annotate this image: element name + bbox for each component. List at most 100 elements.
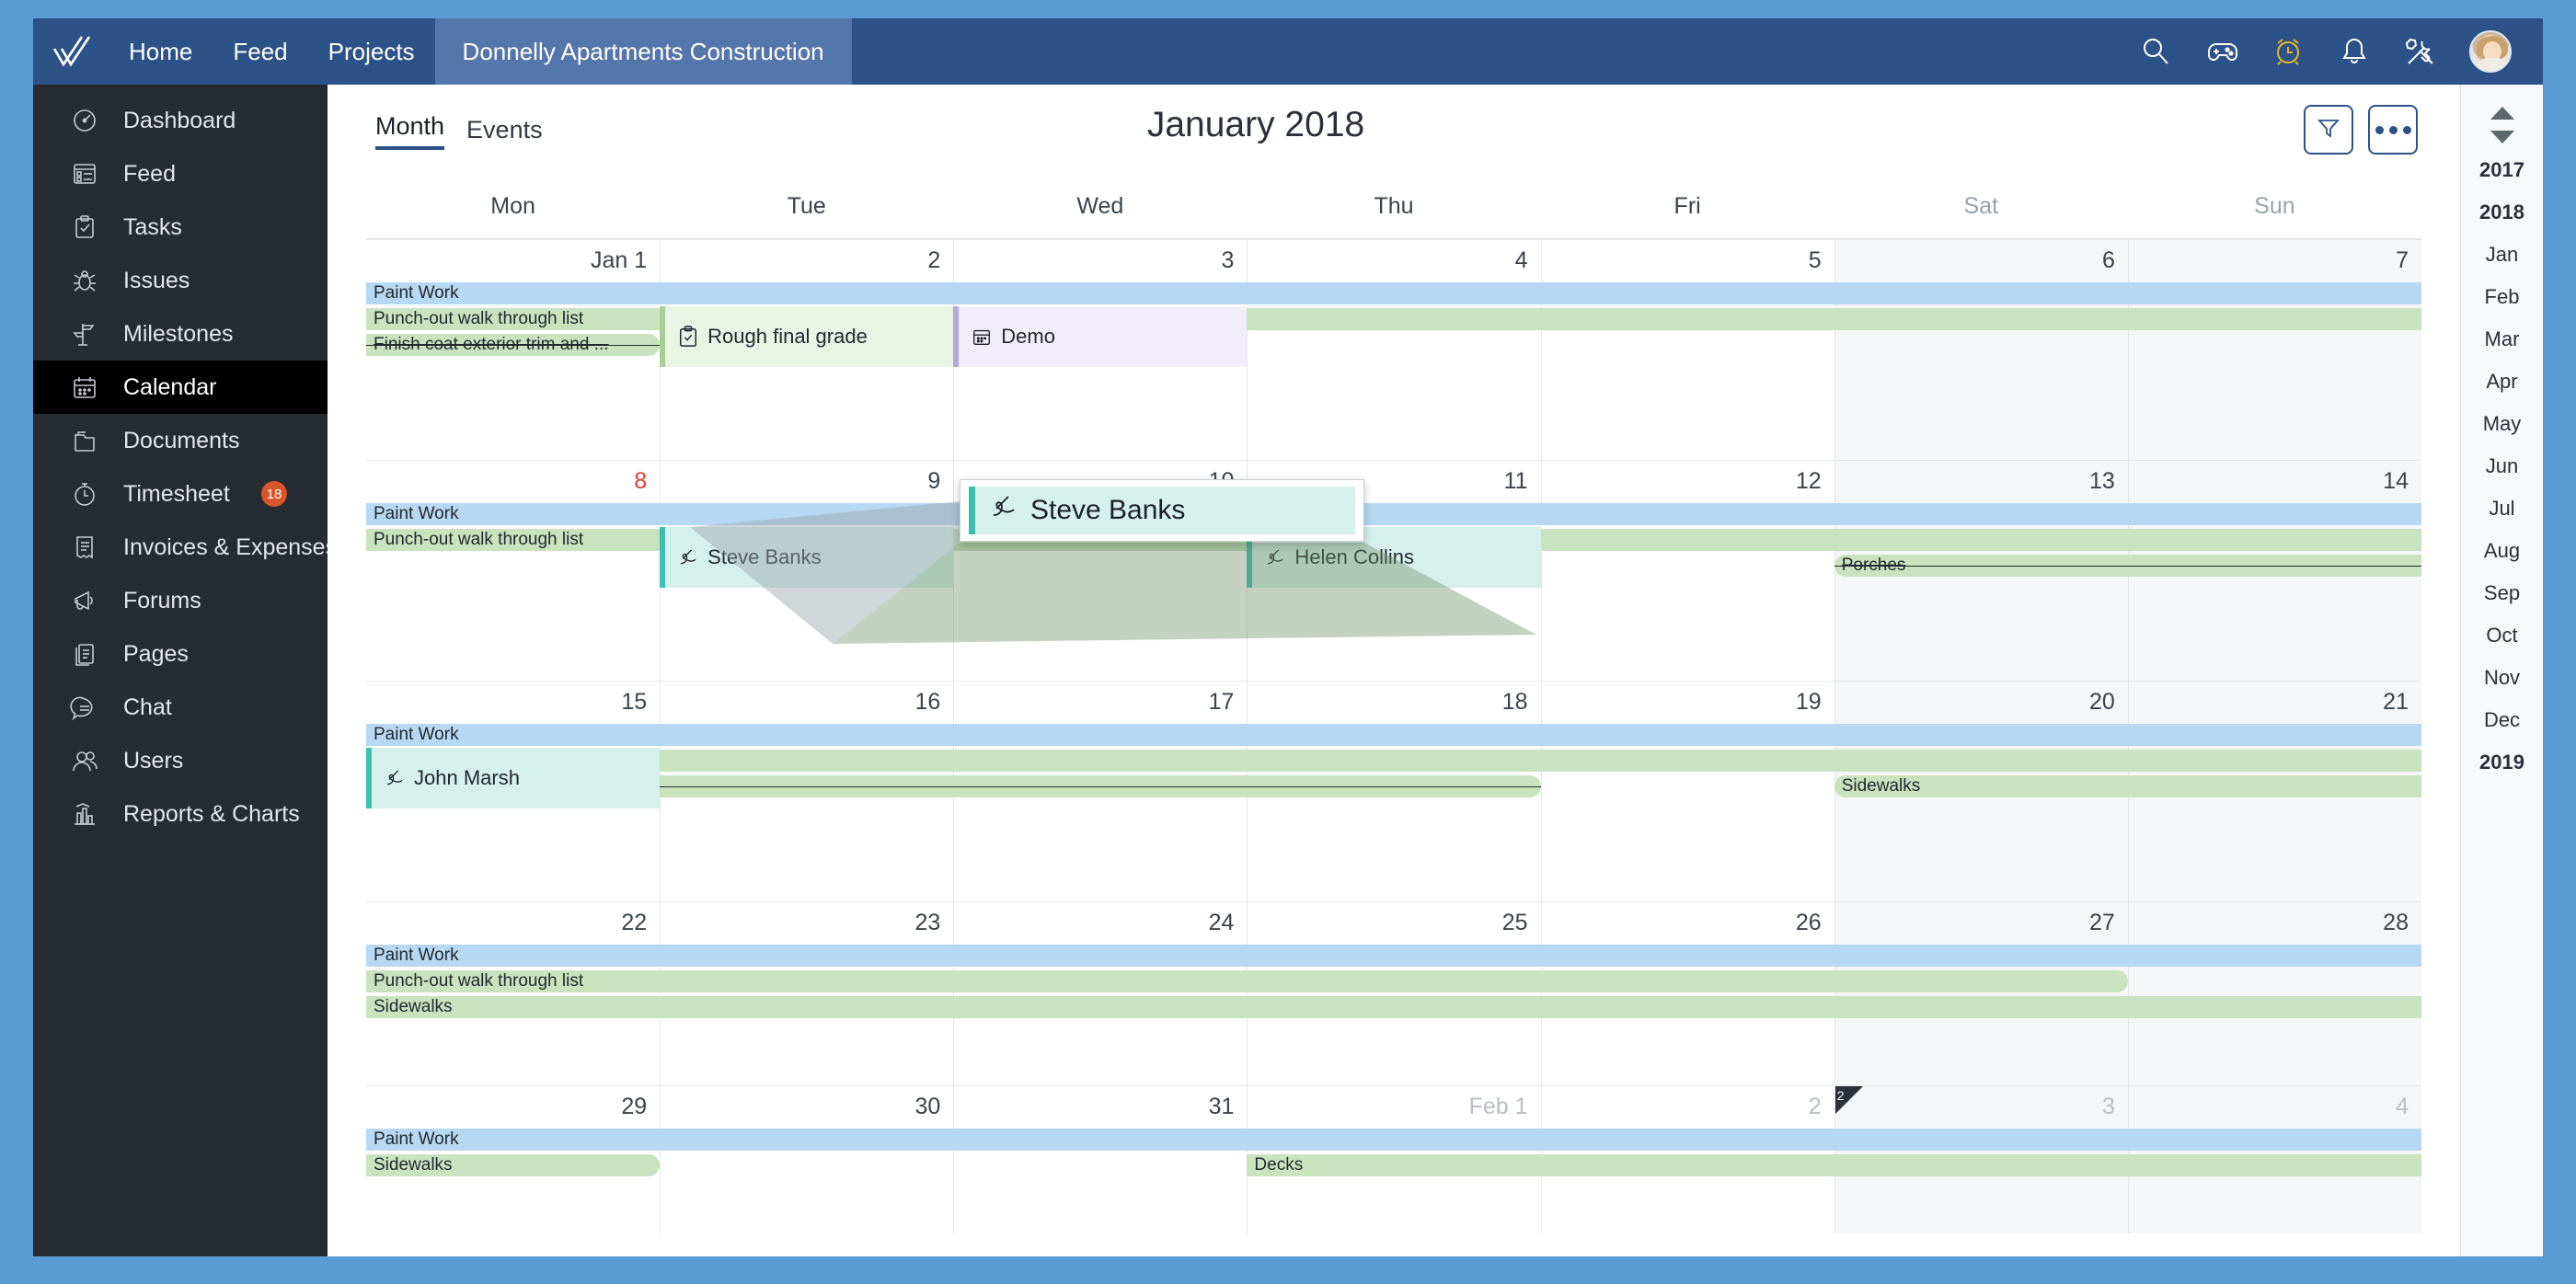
- event-bar-row: [366, 801, 2421, 823]
- calendar-event-bar[interactable]: Punch-out walk through list: [366, 750, 2421, 772]
- calendar-event-bar[interactable]: Paint Work: [366, 503, 2421, 525]
- rail-item-2019[interactable]: 2019: [2461, 741, 2543, 784]
- sidebar-item-label: Calendar: [123, 373, 217, 400]
- rail-item-2017[interactable]: 2017: [2461, 149, 2543, 191]
- sidebar-item-issues[interactable]: Issues: [33, 254, 328, 307]
- rail-item-mar[interactable]: Mar: [2461, 318, 2543, 361]
- calendar-event-bar[interactable]: TDecks: [1247, 1154, 2421, 1176]
- scroll-down-arrow[interactable]: [2490, 131, 2514, 143]
- day-number: 9: [927, 468, 941, 494]
- sidebar-item-label: Feed: [123, 160, 176, 187]
- sidebar-item-chat[interactable]: Chat: [33, 681, 328, 734]
- calendar-event-bar[interactable]: TFinish coat exterior trim and ...: [366, 334, 661, 356]
- event-calendar-icon: [972, 327, 992, 347]
- day-number: 21: [2383, 689, 2409, 715]
- event-bar-label: Paint Work: [374, 946, 459, 965]
- calendar-event-bar[interactable]: MPaint Work: [366, 282, 2421, 304]
- sidebar-item-calendar[interactable]: Calendar: [33, 361, 328, 414]
- alarm-clock-icon[interactable]: [2271, 34, 2306, 69]
- app-logo[interactable]: [33, 18, 109, 85]
- calendar-event-bar[interactable]: Sidewalks: [366, 996, 2421, 1018]
- sidebar-item-tasks[interactable]: Tasks: [33, 201, 328, 254]
- sidebar-item-users[interactable]: Users: [33, 734, 328, 787]
- day-number: 14: [2383, 468, 2409, 494]
- calendar-event-card[interactable]: John Marsh: [366, 748, 661, 808]
- sidebar-item-dashboard[interactable]: Dashboard: [33, 94, 328, 147]
- search-icon[interactable]: [2138, 34, 2173, 69]
- event-bar-row: Sidewalks: [366, 996, 2421, 1018]
- day-number: 16: [914, 689, 941, 715]
- magnifier-label: Steve Banks: [1030, 495, 1186, 525]
- event-bar-label: Paint Work: [374, 283, 459, 303]
- event-bar-row: MPaint Work: [366, 282, 2421, 304]
- user-avatar[interactable]: [2469, 30, 2512, 73]
- calendar-event-card[interactable]: Demo: [953, 306, 1248, 367]
- calendar-day-headers: Mon Tue Wed Thu Fri Sat Sun: [328, 193, 2460, 220]
- sidebar-item-label: Milestones: [123, 320, 234, 347]
- day-number: Feb 1: [1468, 1094, 1528, 1119]
- day-number: 22: [621, 910, 648, 935]
- magnifier-popup[interactable]: Steve Banks: [960, 479, 1364, 542]
- sidebar-item-feed[interactable]: Feed: [33, 147, 328, 201]
- topnav-item-projects[interactable]: Projects: [308, 18, 435, 85]
- calendar-event-bar[interactable]: Sidewalks: [366, 1154, 661, 1176]
- gamepad-icon[interactable]: [2204, 34, 2239, 69]
- left-sidebar: Dashboard Feed Tasks Issues Milestones Calend…: [33, 85, 337, 1256]
- calendar-event-bar[interactable]: Punch-out walk through list: [366, 970, 2128, 992]
- scroll-up-arrow[interactable]: [2490, 107, 2514, 120]
- calendar-event-card[interactable]: Rough final grade: [660, 306, 954, 367]
- sidebar-item-label: Users: [123, 747, 184, 774]
- rail-item-feb[interactable]: Feb: [2461, 276, 2543, 318]
- calendar-icon: [68, 372, 101, 403]
- sidebar-item-label: Timesheet: [123, 480, 230, 507]
- sidebar-item-documents[interactable]: Documents: [33, 414, 328, 467]
- day-corner-flag: 2: [1834, 1086, 1863, 1114]
- event-card-label: John Marsh: [414, 766, 520, 789]
- calendar-event-card[interactable]: Steve Banks: [660, 527, 954, 588]
- calendar-week-row: 15 16 17 18 19 20 21 Paint Work Punch-out walk t…: [366, 682, 2421, 902]
- calendar-event-bar[interactable]: Paint Work: [366, 724, 2421, 746]
- sidebar-item-pages[interactable]: Pages: [33, 627, 328, 681]
- bell-icon[interactable]: [2337, 34, 2372, 69]
- users-icon: [68, 745, 101, 776]
- sidebar-item-forums[interactable]: Forums: [33, 574, 328, 627]
- sidebar-item-invoices-expenses[interactable]: Invoices & Expenses: [33, 521, 337, 574]
- day-header-fri: Fri: [1673, 193, 1701, 219]
- day-number: 15: [621, 689, 648, 715]
- clipboard-check-icon: [68, 212, 101, 243]
- sidebar-item-timesheet[interactable]: Timesheet 18: [33, 467, 328, 521]
- topnav-item-home[interactable]: Home: [109, 18, 213, 85]
- rail-item-jun[interactable]: Jun: [2461, 445, 2543, 487]
- rail-item-apr[interactable]: Apr: [2461, 361, 2543, 403]
- day-header-wed: Wed: [1076, 193, 1124, 219]
- filter-button[interactable]: [2304, 105, 2353, 155]
- day-number: 3: [2101, 1094, 2115, 1119]
- day-number: 12: [1795, 468, 1822, 494]
- day-number: 26: [1795, 910, 1822, 935]
- calendar-event-bar[interactable]: Paint Work: [366, 945, 2421, 967]
- rail-item-aug[interactable]: Aug: [2461, 530, 2543, 572]
- calendar-event-bar[interactable]: TSidewalks: [1834, 775, 2421, 797]
- rail-item-may[interactable]: May: [2461, 403, 2543, 445]
- rail-item-jul[interactable]: Jul: [2461, 487, 2543, 530]
- event-bar-row: [366, 1180, 2421, 1202]
- sidebar-item-reports-charts[interactable]: Reports & Charts: [33, 787, 328, 841]
- rail-item-2018[interactable]: 2018: [2461, 191, 2543, 234]
- more-options-button[interactable]: [2368, 105, 2418, 155]
- rail-item-dec[interactable]: Dec: [2461, 699, 2543, 741]
- event-bar-row: PorchesTSidewalks: [366, 775, 2421, 797]
- calendar-event-bar[interactable]: TPorches: [1834, 555, 2421, 577]
- rail-item-oct[interactable]: Oct: [2461, 614, 2543, 657]
- topnav-item-feed[interactable]: Feed: [213, 18, 307, 85]
- sidebar-item-milestones[interactable]: Milestones: [33, 307, 328, 361]
- calendar-week-row: 22 23 24 25 26 27 28 Paint Work Punch-out walk t…: [366, 902, 2421, 1086]
- tools-icon[interactable]: [2403, 34, 2438, 69]
- bar-chart-icon: [68, 798, 101, 830]
- topnav-project-tab[interactable]: Donnelly Apartments Construction: [434, 18, 852, 85]
- event-bar-row: Paint Work: [366, 724, 2421, 746]
- day-number: 17: [1208, 689, 1235, 715]
- calendar-event-bar[interactable]: Paint Work: [366, 1129, 2421, 1151]
- rail-item-jan[interactable]: Jan: [2461, 234, 2543, 276]
- rail-item-sep[interactable]: Sep: [2461, 572, 2543, 614]
- rail-item-nov[interactable]: Nov: [2461, 657, 2543, 699]
